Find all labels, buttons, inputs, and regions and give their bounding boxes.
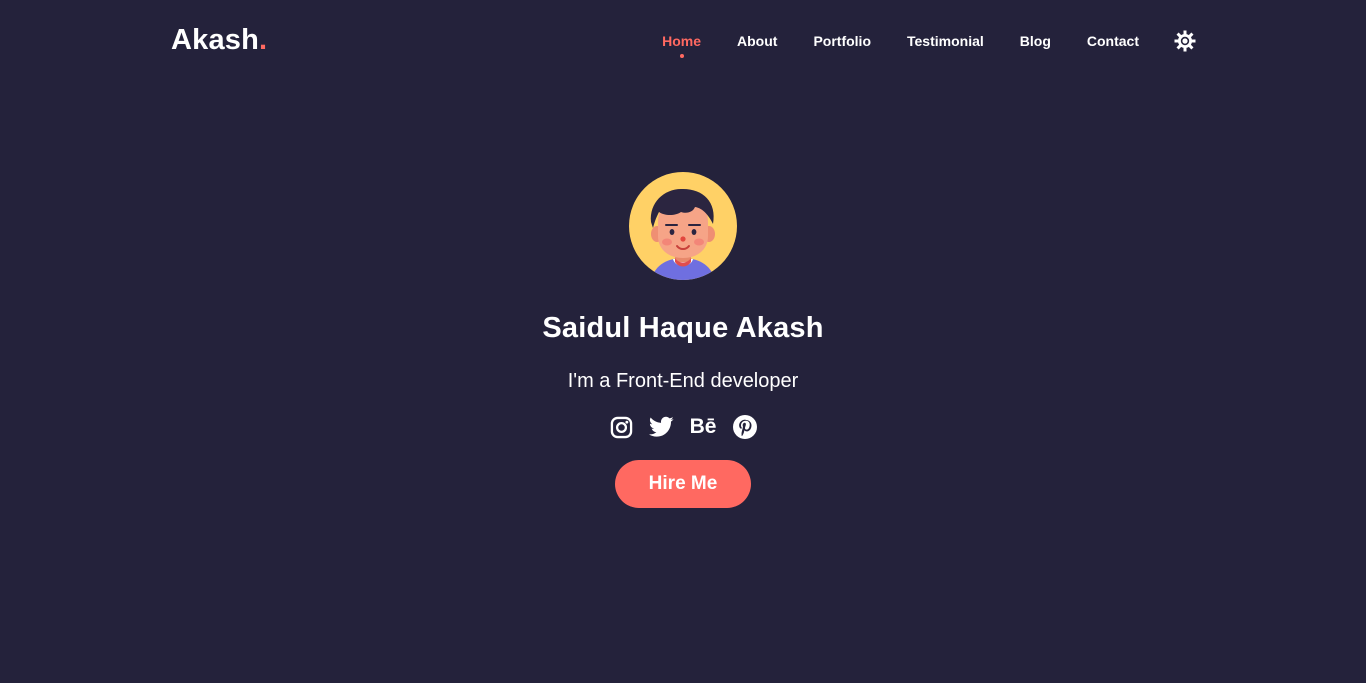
nav-home[interactable]: Home — [662, 32, 701, 58]
nav-contact[interactable]: Contact — [1087, 32, 1139, 50]
hero-tagline: I'm a Front-End developer — [567, 370, 799, 392]
logo[interactable]: Akash. — [171, 24, 267, 57]
nav-portfolio[interactable]: Portfolio — [813, 32, 871, 50]
cartoon-avatar — [650, 188, 715, 280]
behance-icon: Bē — [689, 415, 717, 438]
pinterest-icon — [733, 415, 757, 439]
main-nav: Home About Portfolio Testimonial Blog Co… — [626, 32, 1139, 58]
nav-blog[interactable]: Blog — [1020, 32, 1051, 50]
hire-me-button[interactable]: Hire Me — [615, 460, 751, 508]
logo-dot: . — [259, 24, 268, 56]
twitter-icon — [648, 416, 674, 437]
logo-text: Akash — [171, 24, 260, 56]
social-links: Bē — [608, 414, 758, 440]
nav-about[interactable]: About — [737, 32, 777, 50]
pinterest-link[interactable] — [732, 414, 758, 440]
behance-link[interactable]: Bē — [688, 414, 718, 440]
avatar — [629, 172, 737, 280]
sun-gear-icon — [1174, 30, 1196, 52]
twitter-link[interactable] — [648, 414, 674, 440]
page: Akash. Home About Portfolio Testimonial … — [0, 0, 1366, 683]
nav-testimonial[interactable]: Testimonial — [907, 32, 984, 50]
hero-name: Saidul Haque Akash — [542, 312, 824, 344]
instagram-icon — [610, 416, 632, 438]
instagram-link[interactable] — [608, 414, 634, 440]
theme-toggle-button[interactable] — [1174, 30, 1196, 52]
header: Akash. Home About Portfolio Testimonial … — [0, 0, 1366, 82]
hero: Saidul Haque Akash I'm a Front-End devel… — [0, 172, 1366, 508]
